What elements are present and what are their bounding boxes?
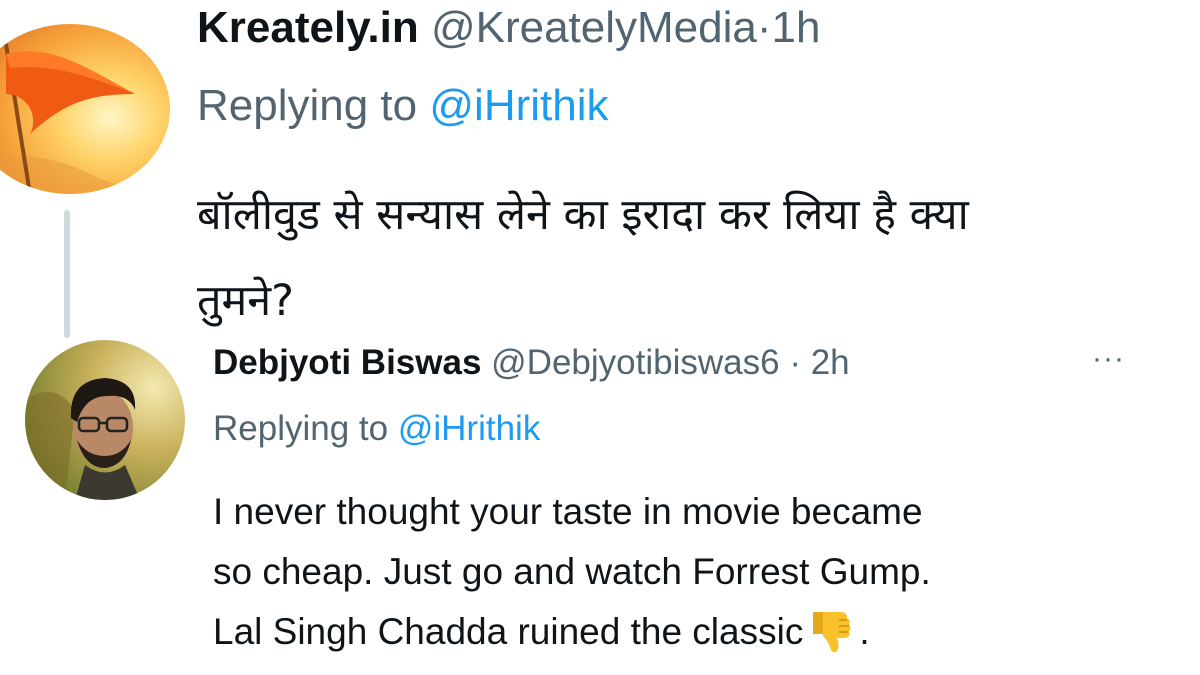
tweet-text: बॉलीवुड से सन्यास लेने का इरादा कर लिया … (197, 172, 1200, 344)
timestamp[interactable]: 2h (811, 343, 850, 382)
handle[interactable]: @KreatelyMedia (431, 3, 757, 52)
separator-dot: · (756, 3, 772, 52)
tweet-header: Debjyoti Biswas @Debjyotibiswas6 · 2h (213, 340, 850, 386)
thread-line (64, 210, 70, 338)
more-options-icon[interactable]: ··· (1092, 344, 1125, 374)
profile-photo-avatar-icon (25, 340, 185, 500)
tweet-debjyoti[interactable]: Debjyoti Biswas @Debjyotibiswas6 · 2h ··… (0, 340, 1200, 675)
tweet-text-segment: Lal Singh Chadda ruined the classic (213, 611, 804, 652)
replying-label: Replying to (197, 81, 418, 130)
handle[interactable]: @Debjyotibiswas6 (491, 343, 779, 382)
tweet-kreately[interactable]: Kreately.in @KreatelyMedia·1h Replying t… (0, 0, 1200, 340)
tweet-text-line: I never thought your taste in movie beca… (213, 491, 923, 532)
tweet-text-line-with-emoji: Lal Singh Chadda ruined the classic . (213, 602, 1173, 662)
mention-link[interactable]: @iHrithik (429, 81, 608, 130)
mention-link[interactable]: @iHrithik (398, 409, 540, 448)
tweet-header: Kreately.in @KreatelyMedia·1h (197, 2, 820, 54)
tweet-text-line: बॉलीवुड से सन्यास लेने का इरादा कर लिया … (197, 190, 969, 240)
tweet-text-segment: . (859, 611, 870, 652)
separator-dot: · (789, 343, 801, 382)
thumbs-down-icon (809, 606, 853, 654)
replying-to: Replying to @iHrithik (213, 406, 540, 452)
display-name[interactable]: Debjyoti Biswas (213, 343, 481, 382)
display-name[interactable]: Kreately.in (197, 3, 419, 52)
avatar[interactable] (25, 340, 185, 500)
timestamp[interactable]: 1h (772, 3, 821, 52)
avatar[interactable] (0, 24, 170, 194)
tweet-text-line: तुमने? (197, 276, 294, 326)
tweet-text: I never thought your taste in movie beca… (213, 482, 1173, 662)
replying-label: Replying to (213, 409, 389, 448)
saffron-flag-avatar-icon (0, 24, 170, 194)
tweet-text-line: so cheap. Just go and watch Forrest Gump… (213, 551, 931, 592)
replying-to: Replying to @iHrithik (197, 80, 609, 132)
